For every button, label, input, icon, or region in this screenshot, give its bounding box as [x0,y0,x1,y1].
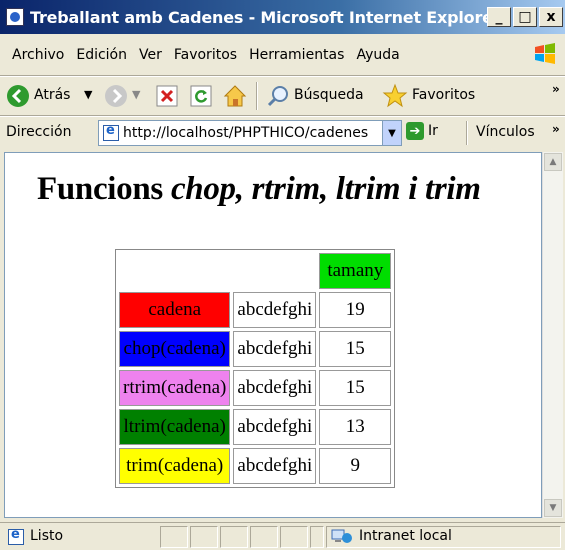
intranet-zone-icon [331,529,352,543]
row-value: abcdefghi [233,409,317,445]
status-pane [250,526,278,548]
title-bar[interactable]: Treballant amb Cadenes - Microsoft Inter… [0,0,565,34]
separator [0,115,565,117]
zone-label: Intranet local [359,528,452,544]
strings-table: tamany cadena abcdefghi 19 chop(cadena) … [115,249,396,488]
table-row: trim(cadena) abcdefghi 9 [119,448,392,484]
size-header: tamany [319,253,392,289]
separator [0,75,565,77]
status-pane [280,526,308,548]
row-label: ltrim(cadena) [119,409,231,445]
favorites-star-icon[interactable] [382,83,408,109]
close-button[interactable]: x [539,7,563,27]
status-pane [220,526,248,548]
refresh-icon[interactable] [190,85,212,107]
page-content: Funcions chop, rtrim, ltrim i trim taman… [4,152,542,518]
back-arrow-icon[interactable] [6,84,30,108]
maximize-button[interactable]: □ [513,7,537,27]
address-dropdown-icon[interactable]: ▼ [382,121,401,145]
empty-cell [119,253,230,289]
table-row: chop(cadena) abcdefghi 15 [119,331,392,367]
scroll-down-icon[interactable]: ▼ [544,499,562,517]
toolbar-more-chevron-icon[interactable]: » [552,82,560,96]
links-more-chevron-icon[interactable]: » [552,122,560,136]
vertical-scrollbar[interactable]: ▲ ▼ [542,152,563,518]
table-row: rtrim(cadena) abcdefghi 15 [119,370,392,406]
address-bar: Dirección http://localhost/PHPTHICO/cade… [0,118,565,148]
favorites-button[interactable]: Favoritos [412,87,475,103]
table-row: cadena abcdefghi 19 [119,292,392,328]
page-heading: Funcions chop, rtrim, ltrim i trim [37,171,481,208]
ie-window: Treballant amb Cadenes - Microsoft Inter… [0,0,565,550]
row-label: chop(cadena) [119,331,231,367]
menu-ayuda[interactable]: Ayuda [350,47,405,63]
windows-logo-icon [535,43,555,64]
page-heading-plain: Funcions [37,171,171,207]
search-button[interactable]: Búsqueda [294,87,364,103]
status-pane [160,526,188,548]
go-label: Ir [428,123,438,139]
empty-cell [233,253,316,289]
status-bar: Listo Intranet local [0,522,565,550]
menu-edicion[interactable]: Edición [70,47,133,63]
search-icon[interactable] [266,84,290,108]
forward-arrow-icon[interactable] [104,84,128,108]
minimize-button[interactable]: _ [487,7,511,27]
table-row: ltrim(cadena) abcdefghi 13 [119,409,392,445]
row-size: 19 [319,292,392,328]
back-button[interactable]: Atrás [34,87,70,103]
address-divider [466,121,468,145]
status-text: Listo [30,528,64,544]
menu-ver[interactable]: Ver [133,47,168,63]
stop-icon[interactable] [156,85,178,107]
row-value: abcdefghi [233,331,317,367]
row-value: abcdefghi [233,448,317,484]
go-button[interactable]: ➔ Ir [406,122,438,140]
row-size: 15 [319,370,392,406]
menu-herramientas[interactable]: Herramientas [243,47,350,63]
ie-logo-icon [6,8,24,26]
menu-archivo[interactable]: Archivo [0,47,70,63]
row-label: cadena [119,292,231,328]
go-arrow-icon: ➔ [406,122,424,140]
address-field[interactable]: http://localhost/PHPTHICO/cadenes ▼ [98,120,402,146]
home-icon[interactable] [222,83,248,109]
forward-dropdown-icon[interactable]: ▼ [132,88,140,101]
window-title: Treballant amb Cadenes - Microsoft Inter… [30,7,501,27]
back-dropdown-icon[interactable]: ▼ [84,88,92,101]
row-label: trim(cadena) [119,448,231,484]
row-size: 15 [319,331,392,367]
row-value: abcdefghi [233,370,317,406]
zone-pane: Intranet local [326,526,561,548]
standard-toolbar: Atrás ▼ ▼ Búsqueda Favoritos » [0,78,565,114]
address-label: Dirección [6,124,72,140]
status-pane [310,526,324,548]
row-value: abcdefghi [233,292,317,328]
window-controls: _ □ x [487,7,563,27]
ie-page-icon [103,123,119,141]
menu-bar: Archivo Edición Ver Favoritos Herramient… [0,36,565,74]
page-heading-italic: chop, rtrim, ltrim i trim [170,171,481,207]
row-size: 13 [319,409,392,445]
address-url[interactable]: http://localhost/PHPTHICO/cadenes [123,125,381,141]
toolbar-divider [256,82,258,110]
ie-status-icon [8,527,24,545]
scroll-up-icon[interactable]: ▲ [544,153,562,171]
status-pane [190,526,218,548]
menu-favoritos[interactable]: Favoritos [168,47,243,63]
row-size: 9 [319,448,392,484]
table-header-row: tamany [119,253,392,289]
row-label: rtrim(cadena) [119,370,231,406]
links-button[interactable]: Vínculos [476,124,535,140]
